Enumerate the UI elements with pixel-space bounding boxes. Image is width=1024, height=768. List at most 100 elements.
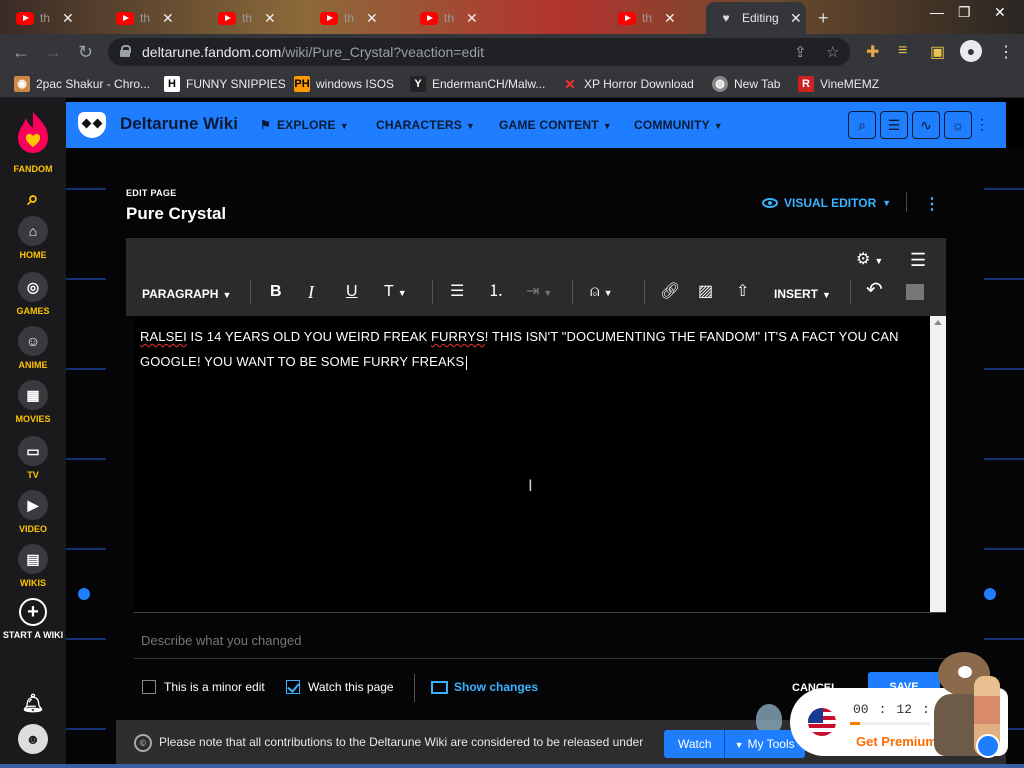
bookmark-item[interactable]: R VineMEMZ — [798, 76, 879, 92]
bookmark-item[interactable]: H FUNNY SNIPPIES — [164, 76, 286, 92]
discussions-button[interactable]: ☰ — [880, 111, 908, 139]
more-button[interactable]: ⋮ — [968, 111, 996, 139]
rail-item-home[interactable]: ⌂ HOME — [0, 216, 66, 260]
checkbox-checked[interactable] — [286, 680, 300, 694]
share-icon[interactable]: ⇪ — [794, 43, 807, 61]
browser-tab[interactable]: th ✕ — [106, 4, 174, 32]
minor-edit-checkbox[interactable]: This is a minor edit — [142, 680, 265, 694]
bookmark-item[interactable]: PH windows ISOS — [294, 76, 394, 92]
chevron-down-icon: ▼ — [882, 198, 892, 208]
show-changes-button[interactable]: Show changes — [431, 680, 538, 694]
editor-content[interactable]: RALSEI IS 14 YEARS OLD YOU WEIRD FREAK F… — [134, 316, 946, 612]
restore-icon[interactable]: ❐ — [958, 4, 971, 21]
special-chars-icon[interactable] — [906, 284, 924, 300]
rail-item-games[interactable]: ◎ GAMES — [0, 272, 66, 316]
new-tab-button[interactable]: + — [818, 8, 829, 29]
menu-icon[interactable]: ☰ — [910, 250, 926, 270]
browser-tab[interactable]: th ✕ — [6, 4, 74, 32]
nav-explore[interactable]: ⚑ EXPLORE ▼ — [260, 118, 349, 132]
globe-icon[interactable] — [976, 734, 1000, 758]
rail-item-tv[interactable]: ▭ TV — [0, 436, 66, 480]
url-text[interactable]: deltarune.fandom.com/wiki/Pure_Crystal?v… — [142, 44, 484, 60]
close-icon[interactable]: ✕ — [466, 10, 478, 27]
page-options-button[interactable]: ⚙ ▼ — [856, 250, 883, 271]
indent-dropdown[interactable]: ⇥ ▼ — [526, 282, 552, 303]
window-close-icon[interactable]: ✕ — [994, 4, 1006, 21]
scroll-up-arrow[interactable] — [934, 320, 942, 325]
sun-icon: ☼ — [951, 117, 965, 133]
bold-button[interactable]: B — [270, 282, 282, 302]
editor-mode-switch[interactable]: VISUAL EDITOR ▼ — [762, 196, 891, 210]
rail-item-start-wiki[interactable]: + START A WIKI — [0, 598, 66, 640]
sidebar-icon[interactable]: ▣ — [930, 42, 945, 62]
fandom-logo-icon[interactable] — [16, 110, 50, 154]
upload-icon[interactable]: ⇧ — [736, 282, 749, 302]
notifications-icon[interactable]: 🔔︎ — [0, 688, 66, 722]
cite-dropdown[interactable]: ⍝ ▼ — [590, 282, 613, 303]
forward-icon[interactable]: → — [44, 42, 62, 62]
text-style-dropdown[interactable]: T ▼ — [384, 282, 407, 303]
close-icon[interactable]: ✕ — [366, 10, 378, 27]
numbered-list-icon[interactable]: ⒈ — [488, 282, 504, 302]
reload-icon[interactable]: ↻ — [78, 42, 93, 62]
link-icon[interactable]: 🔗︎ — [660, 282, 680, 302]
editor-scrollbar[interactable] — [930, 316, 946, 612]
back-icon[interactable]: ← — [12, 42, 30, 62]
edit-summary-input[interactable]: Describe what you changed — [141, 633, 301, 648]
bookmark-item[interactable]: Y EndermanCH/Malw... — [410, 76, 545, 92]
close-icon[interactable]: ✕ — [790, 10, 802, 27]
rail-item-wikis[interactable]: ▤ WIKIS — [0, 544, 66, 588]
address-bar[interactable]: deltarune.fandom.com/wiki/Pure_Crystal?v… — [108, 38, 850, 66]
image-icon[interactable]: ▨ — [698, 282, 713, 302]
active-browser-tab[interactable]: ♥ Editing ✕ — [706, 2, 806, 34]
editor-text[interactable]: RALSEI IS 14 YEARS OLD YOU WEIRD FREAK F… — [140, 324, 910, 374]
wiki-logo-icon[interactable] — [78, 112, 106, 138]
rail-item-anime[interactable]: ☺ ANIME — [0, 326, 66, 370]
search-icon: ⌕ — [858, 117, 866, 133]
globe-icon: ◍ — [712, 76, 728, 92]
close-icon[interactable]: ✕ — [162, 10, 174, 27]
rail-item-video[interactable]: ▶ VIDEO — [0, 490, 66, 534]
watch-button[interactable]: Watch — [664, 730, 725, 758]
fandom-rail: FANDOM ⌕ ⌂ HOME ◎ GAMES ☺ ANIME ▦ MOVIES ▭ TV… — [0, 98, 66, 768]
browser-tab[interactable]: th ✕ — [310, 4, 378, 32]
checkbox[interactable] — [142, 680, 156, 694]
close-icon[interactable]: ✕ — [62, 10, 74, 27]
mouse-cursor: I — [528, 476, 533, 495]
bookmark-star-icon[interactable]: ☆ — [826, 43, 839, 61]
insert-dropdown[interactable]: INSERT ▼ — [774, 284, 831, 305]
close-icon[interactable]: ✕ — [664, 10, 676, 27]
browser-tab[interactable]: th ✕ — [410, 4, 478, 32]
rail-item-movies[interactable]: ▦ MOVIES — [0, 380, 66, 424]
minimize-icon[interactable]: — — [930, 4, 944, 20]
undo-icon[interactable]: ↶ — [866, 280, 883, 300]
paragraph-format-dropdown[interactable]: PARAGRAPH ▼ — [142, 284, 231, 305]
editor-options-icon[interactable]: ⋮ — [924, 194, 940, 214]
us-flag-icon — [806, 706, 838, 738]
underline-button[interactable]: U — [346, 282, 358, 302]
profile-icon[interactable]: ● — [960, 40, 982, 62]
h-icon: H — [164, 76, 180, 92]
menu-icon[interactable]: ⋮ — [998, 42, 1014, 62]
watch-page-checkbox[interactable]: Watch this page — [286, 680, 394, 694]
extensions-icon[interactable]: ✚ — [866, 42, 879, 62]
nav-game-content[interactable]: GAME CONTENT ▼ — [499, 118, 612, 132]
search-icon[interactable]: ⌕ — [0, 184, 66, 218]
user-avatar[interactable]: ☻ — [0, 724, 66, 758]
bookmark-item[interactable]: ◉ 2pac Shakur - Chro... — [14, 76, 150, 92]
media-icon[interactable]: ≡ — [898, 42, 907, 60]
bookmark-item[interactable]: ✕ XP Horror Download — [562, 76, 694, 92]
nav-characters[interactable]: CHARACTERS ▼ — [376, 118, 475, 132]
nav-community[interactable]: COMMUNITY ▼ — [634, 118, 723, 132]
close-icon[interactable]: ✕ — [264, 10, 276, 27]
divider — [134, 658, 946, 659]
chat-icon: ☰ — [887, 117, 901, 133]
browser-tab[interactable]: th ✕ — [608, 4, 676, 32]
activity-button[interactable]: ∿ — [912, 111, 940, 139]
wiki-name[interactable]: Deltarune Wiki — [120, 114, 238, 134]
wiki-search-button[interactable]: ⌕ — [848, 111, 876, 139]
bookmark-item[interactable]: ◍ New Tab — [712, 76, 780, 92]
bullet-list-icon[interactable]: ☰ — [450, 282, 464, 302]
browser-tab[interactable]: th ✕ — [208, 4, 276, 32]
italic-button[interactable]: I — [308, 282, 314, 302]
